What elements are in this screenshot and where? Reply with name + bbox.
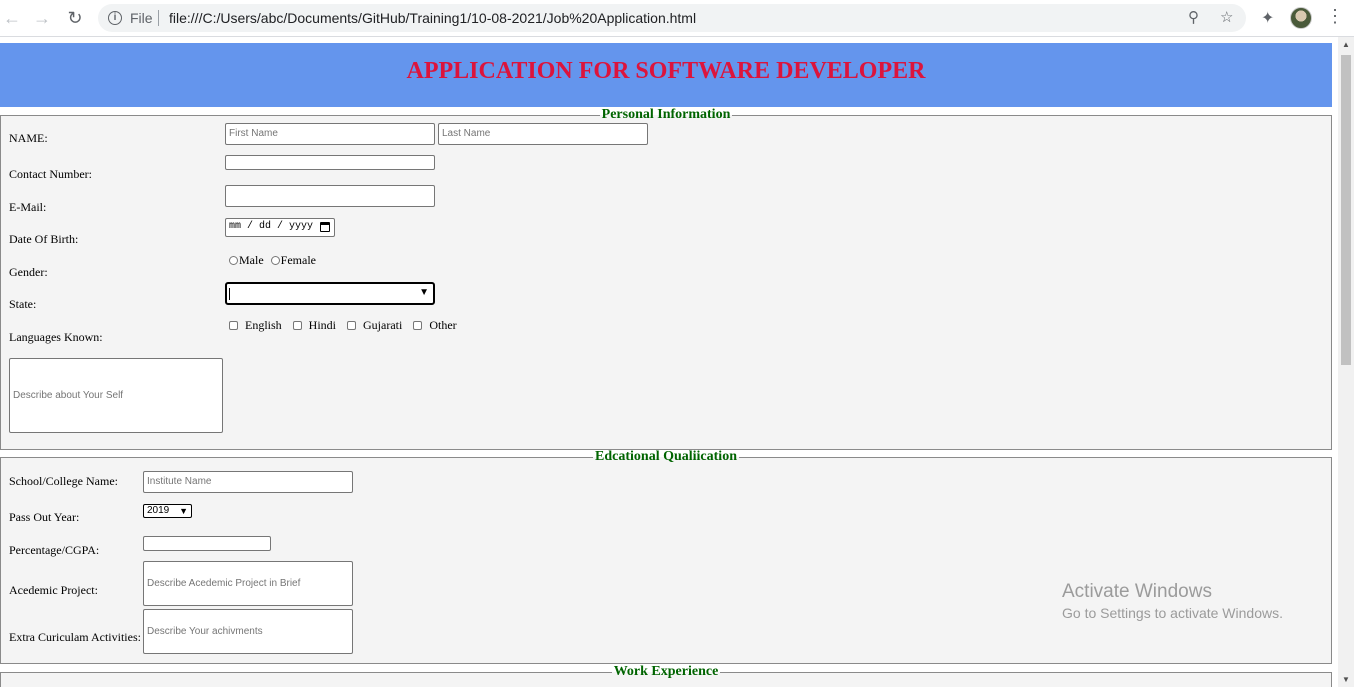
contact-number-input[interactable] [225, 155, 435, 170]
page-scrollbar[interactable]: ▲ ▼ [1338, 37, 1354, 687]
education-section: Edcational Qualiication School/College N… [0, 449, 1332, 664]
url-text[interactable]: file:///C:/Users/abc/Documents/GitHub/Tr… [169, 10, 696, 26]
extra-curricular-textarea[interactable]: Describe Your achivments [143, 609, 353, 654]
last-name-input[interactable]: Last Name [438, 123, 648, 145]
passout-year-select[interactable]: 2019 ▼ [143, 504, 192, 518]
academic-project-label: Acedemic Project: [9, 583, 98, 597]
dob-input[interactable]: mm / dd / yyyy [225, 218, 335, 237]
text-caret [229, 288, 230, 300]
work-experience-section: Work Experience [0, 664, 1332, 687]
back-arrow-icon[interactable]: ← [0, 6, 24, 30]
percentage-label: Percentage/CGPA: [9, 543, 100, 557]
state-select[interactable]: ▼ [225, 282, 435, 305]
personal-information-section: Personal Information NAME: First Name La… [0, 107, 1332, 450]
academic-project-textarea[interactable]: Describe Acedemic Project in Brief [143, 561, 353, 606]
extra-curricular-placeholder: Describe Your achivments [147, 626, 263, 637]
personal-information-legend: Personal Information [601, 107, 731, 122]
scrollbar-thumb[interactable] [1341, 55, 1351, 365]
watermark-subtitle: Go to Settings to activate Windows. [1062, 605, 1283, 621]
extensions-puzzle-icon[interactable]: ✦ [1261, 8, 1274, 28]
gender-option-male[interactable]: Male [229, 253, 264, 268]
page-header: APPLICATION FOR SOFTWARE DEVELOPER [0, 43, 1332, 107]
state-label: State: [9, 297, 37, 311]
language-gujarati[interactable]: Gujarati [347, 318, 402, 333]
dropdown-arrow-icon[interactable]: ▼ [419, 287, 429, 298]
dob-placeholder: mm / dd / yyyy [229, 221, 314, 232]
language-english-label: English [245, 318, 282, 332]
url-scheme: File [130, 10, 153, 26]
education-legend: Edcational Qualiication [595, 449, 737, 464]
watermark-title: Activate Windows [1062, 581, 1212, 602]
passout-year-label: Pass Out Year: [9, 510, 80, 524]
checkbox-hindi[interactable] [292, 321, 302, 330]
about-yourself-placeholder: Describe about Your Self [13, 390, 124, 401]
academic-project-placeholder: Describe Acedemic Project in Brief [147, 578, 301, 589]
info-icon[interactable]: i [108, 11, 122, 25]
calendar-icon[interactable] [320, 222, 330, 232]
contact-number-label: Contact Number: [9, 167, 92, 181]
radio-male[interactable] [229, 256, 238, 265]
forward-arrow-icon[interactable]: → [30, 6, 54, 30]
checkbox-english[interactable] [229, 321, 238, 330]
extra-curricular-label: Extra Curiculam Activities: [9, 630, 141, 644]
languages-label: Languages Known: [9, 330, 103, 344]
scroll-down-arrow-icon[interactable]: ▼ [1342, 675, 1350, 684]
languages-options: English Hindi Gujarati Other [229, 318, 465, 333]
language-hindi-label: Hindi [308, 318, 337, 332]
language-hindi[interactable]: Hindi [292, 318, 337, 333]
browser-toolbar: ← → ↻ i File file:///C:/Users/abc/Docume… [0, 0, 1354, 37]
kebab-menu-icon[interactable]: ⋮ [1326, 6, 1344, 27]
work-experience-legend: Work Experience [613, 664, 719, 679]
gender-option-female[interactable]: Female [270, 253, 316, 268]
email-label: E-Mail: [9, 200, 47, 214]
bookmark-star-icon[interactable]: ☆ [1220, 8, 1233, 26]
zoom-icon[interactable]: ⚲ [1188, 8, 1199, 26]
language-other[interactable]: Other [413, 318, 457, 333]
first-name-input[interactable]: First Name [225, 123, 435, 145]
address-bar[interactable]: i File file:///C:/Users/abc/Documents/Gi… [98, 4, 1246, 32]
dob-label: Date Of Birth: [9, 232, 79, 246]
address-divider [158, 10, 159, 26]
gender-female-label: Female [280, 253, 316, 267]
activate-windows-watermark: Activate Windows Go to Settings to activ… [1062, 581, 1283, 621]
percentage-input[interactable] [143, 536, 271, 551]
profile-avatar[interactable] [1290, 7, 1312, 29]
school-label: School/College Name: [9, 474, 118, 488]
checkbox-other[interactable] [413, 321, 423, 330]
gender-options: Male Female [229, 253, 320, 268]
school-input[interactable]: Institute Name [143, 471, 353, 493]
email-input[interactable] [225, 185, 435, 207]
language-other-label: Other [429, 318, 457, 332]
gender-male-label: Male [239, 253, 264, 267]
chevron-down-icon[interactable]: ▼ [179, 505, 188, 517]
gender-label: Gender: [9, 265, 48, 279]
language-english[interactable]: English [229, 318, 282, 333]
reload-icon[interactable]: ↻ [63, 6, 87, 30]
page-title: APPLICATION FOR SOFTWARE DEVELOPER [406, 58, 926, 84]
language-gujarati-label: Gujarati [363, 318, 403, 332]
passout-year-value: 2019 [147, 505, 170, 516]
checkbox-gujarati[interactable] [347, 321, 357, 330]
name-label: NAME: [9, 131, 48, 145]
about-yourself-textarea[interactable]: Describe about Your Self [9, 358, 223, 433]
radio-female[interactable] [270, 256, 280, 265]
scroll-up-arrow-icon[interactable]: ▲ [1342, 40, 1350, 49]
